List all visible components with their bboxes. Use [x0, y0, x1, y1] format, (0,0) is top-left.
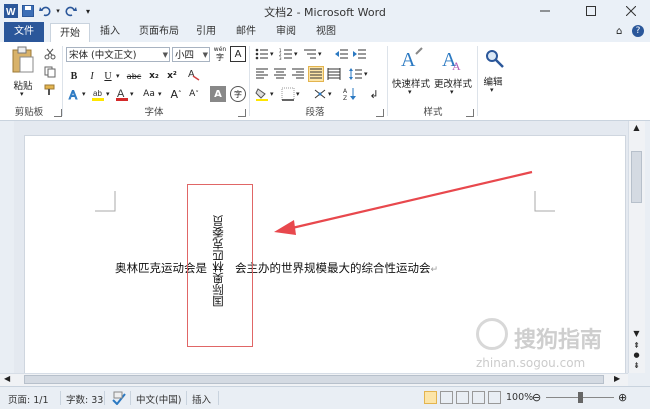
print-layout-view-icon[interactable] [424, 391, 437, 404]
status-separator [186, 391, 187, 405]
zoom-level[interactable]: 100% [506, 392, 533, 403]
scroll-up-icon[interactable]: ▲ [631, 123, 642, 134]
watermark: 搜狗指南 zhinan.sogou.com [470, 316, 630, 376]
scroll-thumb[interactable] [631, 151, 642, 203]
vertical-scrollbar[interactable]: ▲ ▼ ⇞ ● ⇟ [628, 121, 645, 373]
zoom-in-icon[interactable]: ⊕ [618, 391, 627, 404]
status-separator [60, 391, 61, 405]
proofing-icon[interactable] [112, 391, 126, 408]
next-page-icon[interactable]: ⇟ [631, 361, 642, 371]
zoom-out-icon[interactable]: ⊖ [532, 391, 541, 404]
status-separator [104, 391, 105, 405]
watermark-brand: 搜狗指南 [514, 328, 603, 353]
draft-view-icon[interactable] [488, 391, 501, 404]
previous-page-icon[interactable]: ⇞ [631, 341, 642, 351]
outline-view-icon[interactable] [472, 391, 485, 404]
page-count[interactable]: 页面: 1/1 [8, 392, 49, 406]
web-layout-icon[interactable] [456, 391, 469, 404]
scroll-down-icon[interactable]: ▼ [631, 329, 642, 340]
browse-object-icon[interactable]: ● [631, 351, 642, 361]
full-screen-reading-icon[interactable] [440, 391, 453, 404]
watermark-url: zhinan.sogou.com [476, 356, 586, 370]
zoom-slider-thumb[interactable] [578, 392, 583, 403]
insert-mode-indicator[interactable]: 插入 [192, 392, 211, 406]
status-bar: 页面: 1/1 字数: 33 中文(中国) 插入 100% ⊖ ⊕ [0, 386, 650, 409]
language-indicator[interactable]: 中文(中国) [136, 392, 181, 406]
word-count[interactable]: 字数: 33 [66, 392, 103, 406]
status-separator [218, 391, 219, 405]
watermark-logo-icon [476, 318, 508, 350]
horizontal-scroll-thumb[interactable] [24, 375, 604, 384]
status-separator [130, 391, 131, 405]
scroll-left-icon[interactable]: ◀ [4, 374, 10, 383]
